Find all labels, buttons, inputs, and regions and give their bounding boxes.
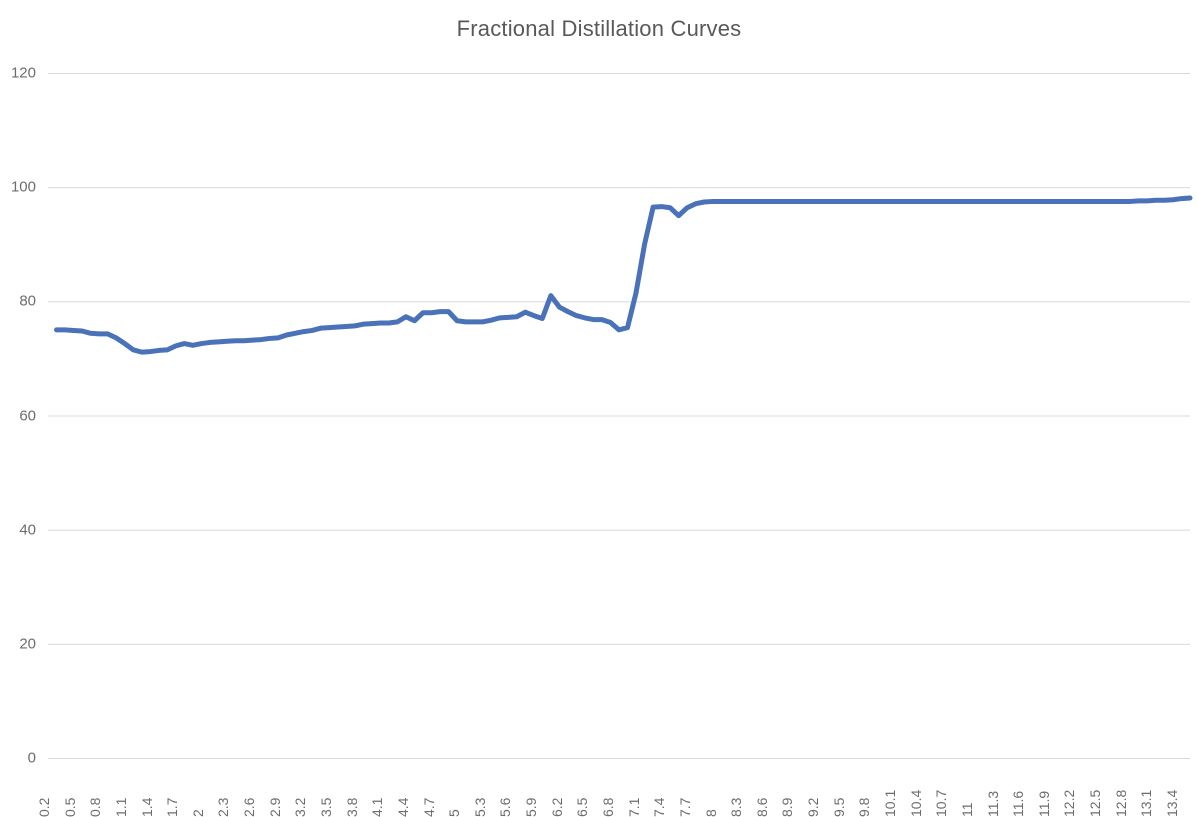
x-tick-label: 3.5 (318, 797, 334, 817)
x-tick-label: 7.7 (676, 797, 693, 817)
x-tick-label: 1.7 (164, 797, 181, 817)
x-tick-label: 10.1 (882, 789, 898, 817)
x-tick-label: 11.3 (984, 790, 1001, 817)
x-tick-label: 2.9 (266, 797, 283, 817)
x-tick-label: 4.1 (369, 797, 386, 817)
x-tick-label: 8.3 (728, 797, 745, 817)
x-tick-label: 3.2 (292, 797, 309, 817)
x-tick-label: 2.3 (215, 797, 232, 817)
x-tick-label: 9.2 (805, 797, 822, 817)
x-tick-label: 12.5 (1087, 789, 1104, 817)
x-tick-label: 4.4 (394, 797, 411, 817)
y-tick-label: 80 (19, 292, 36, 310)
y-tick-label: 20 (19, 635, 36, 653)
y-tick-label: 40 (19, 521, 36, 539)
x-tick-label: 2 (189, 809, 206, 817)
x-tick-label: 8 (702, 809, 719, 817)
chart-title: Fractional Distillation Curves (456, 16, 742, 41)
x-tick-label: 12.8 (1112, 789, 1129, 817)
x-tick-label: 1.1 (112, 797, 129, 817)
y-tick-label: 120 (10, 64, 36, 82)
x-tick-label: 3.8 (343, 797, 360, 817)
x-tick-label: 1.4 (138, 797, 155, 817)
x-tick-label: 10.7 (933, 789, 950, 817)
x-tick-label: 11.6 (1010, 790, 1027, 817)
x-tick-label: 5.3 (471, 797, 488, 817)
x-tick-label: 0.8 (87, 797, 104, 817)
x-tick-label: 0.2 (36, 797, 52, 817)
x-tick-label: 11 (958, 802, 975, 817)
x-tick-label: 5 (446, 809, 463, 817)
x-tick-label: 6.8 (600, 797, 616, 817)
x-tick-label: 5.9 (523, 797, 540, 817)
x-tick-label: 2.6 (241, 797, 258, 817)
series-line (54, 195, 1193, 355)
x-tick-label: 5.6 (497, 797, 514, 817)
gridlines (48, 73, 1190, 759)
x-tick-label: 7.1 (625, 797, 642, 817)
x-axis: 0.2 0.5 0.8 1.1 1.4 1.7 2 2.3 2.6 2.9 3.2 3.5 3.8 4.1… (36, 764, 1190, 817)
chart-container: Fractional Distillation Curves 0 20 40 60 80… (0, 0, 1198, 817)
x-tick-label: 9.5 (830, 797, 847, 817)
x-tick-label: 6.2 (548, 797, 565, 817)
x-tick-label: 9.8 (856, 797, 873, 817)
x-tick-label: 13.1 (1138, 789, 1155, 817)
y-tick-label: 0 (27, 749, 36, 767)
series-group (54, 195, 1193, 355)
x-tick-label: 12.2 (1061, 789, 1078, 817)
x-tick-label: 8.9 (779, 797, 796, 817)
x-tick-label: 10.4 (907, 789, 924, 817)
x-tick-label: 8.6 (753, 797, 770, 817)
x-tick-label: 0.5 (61, 797, 78, 817)
y-tick-label: 100 (10, 178, 36, 196)
x-tick-label: 13.4 (1164, 789, 1180, 817)
x-tick-label: 4.7 (420, 797, 437, 817)
series-line-chart (48, 73, 1193, 759)
x-tick-label: 6.5 (574, 797, 591, 817)
x-tick-label: 11.9 (1035, 790, 1052, 817)
x-tick-label: 7.4 (651, 797, 668, 817)
y-tick-label: 60 (19, 407, 36, 424)
plot-area (48, 73, 1193, 759)
